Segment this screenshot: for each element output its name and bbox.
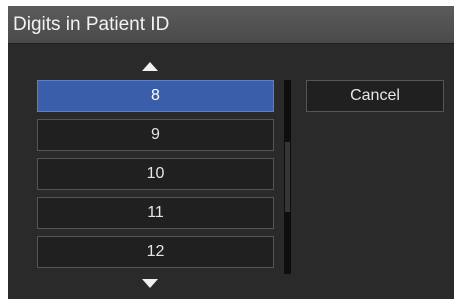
list-item-12[interactable]: 12 <box>37 236 274 268</box>
digits-dialog: Digits in Patient ID 8 9 10 11 12 Cancel <box>8 6 454 299</box>
cancel-button[interactable]: Cancel <box>306 80 444 112</box>
scroll-down-icon[interactable] <box>142 279 158 288</box>
scrollbar-track[interactable] <box>284 80 291 274</box>
scroll-up-icon[interactable] <box>142 62 158 71</box>
scrollbar-thumb[interactable] <box>285 142 290 212</box>
dialog-title: Digits in Patient ID <box>13 14 170 35</box>
list-item-9[interactable]: 9 <box>37 119 274 151</box>
dialog-titlebar: Digits in Patient ID <box>8 6 454 44</box>
list-item-8[interactable]: 8 <box>37 80 274 112</box>
list-item-10[interactable]: 10 <box>37 158 274 190</box>
list-item-11[interactable]: 11 <box>37 197 274 229</box>
